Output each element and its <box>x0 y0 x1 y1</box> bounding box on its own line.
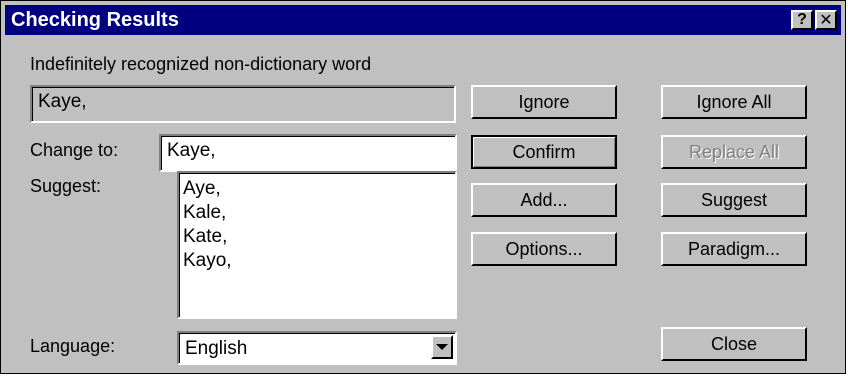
paradigm-button[interactable]: Paradigm... <box>661 232 807 266</box>
suggest-label: Suggest: <box>30 176 102 196</box>
change-to-input[interactable]: Kaye, <box>159 134 457 172</box>
close-button[interactable]: Close <box>661 327 807 361</box>
checking-results-dialog: Checking Results ? ✕ Indefinitely recogn… <box>0 0 846 374</box>
language-label: Language: <box>30 336 116 356</box>
suggest-button[interactable]: Suggest <box>661 183 807 217</box>
dialog-title: Checking Results <box>11 9 179 31</box>
options-button[interactable]: Options... <box>471 232 617 266</box>
unrecognized-word-field: Kaye, <box>30 85 456 123</box>
language-selected: English <box>185 338 248 359</box>
unrecognized-word: Kaye, <box>38 91 87 112</box>
chevron-down-icon[interactable] <box>431 335 453 359</box>
ignore-button[interactable]: Ignore <box>471 85 617 119</box>
language-dropdown[interactable]: English <box>177 331 457 365</box>
suggestion-item[interactable]: Kale, <box>183 201 232 225</box>
confirm-button[interactable]: Confirm <box>471 135 617 169</box>
change-to-value: Kaye, <box>167 140 216 161</box>
add-button[interactable]: Add... <box>471 183 617 217</box>
suggestion-item[interactable]: Kate, <box>183 225 232 249</box>
status-label: Indefinitely recognized non-dictionary w… <box>30 54 372 74</box>
help-button[interactable]: ? <box>791 10 813 30</box>
replace-all-button: Replace All <box>661 135 807 169</box>
ignore-all-button[interactable]: Ignore All <box>661 85 807 119</box>
close-icon[interactable]: ✕ <box>815 10 837 30</box>
suggestion-item[interactable]: Aye, <box>183 177 232 201</box>
title-bar[interactable]: Checking Results ? ✕ <box>5 5 841 35</box>
change-to-label: Change to: <box>30 140 119 160</box>
suggestion-list[interactable]: Aye, Kale, Kate, Kayo, <box>177 171 457 319</box>
suggestion-item[interactable]: Kayo, <box>183 249 232 273</box>
